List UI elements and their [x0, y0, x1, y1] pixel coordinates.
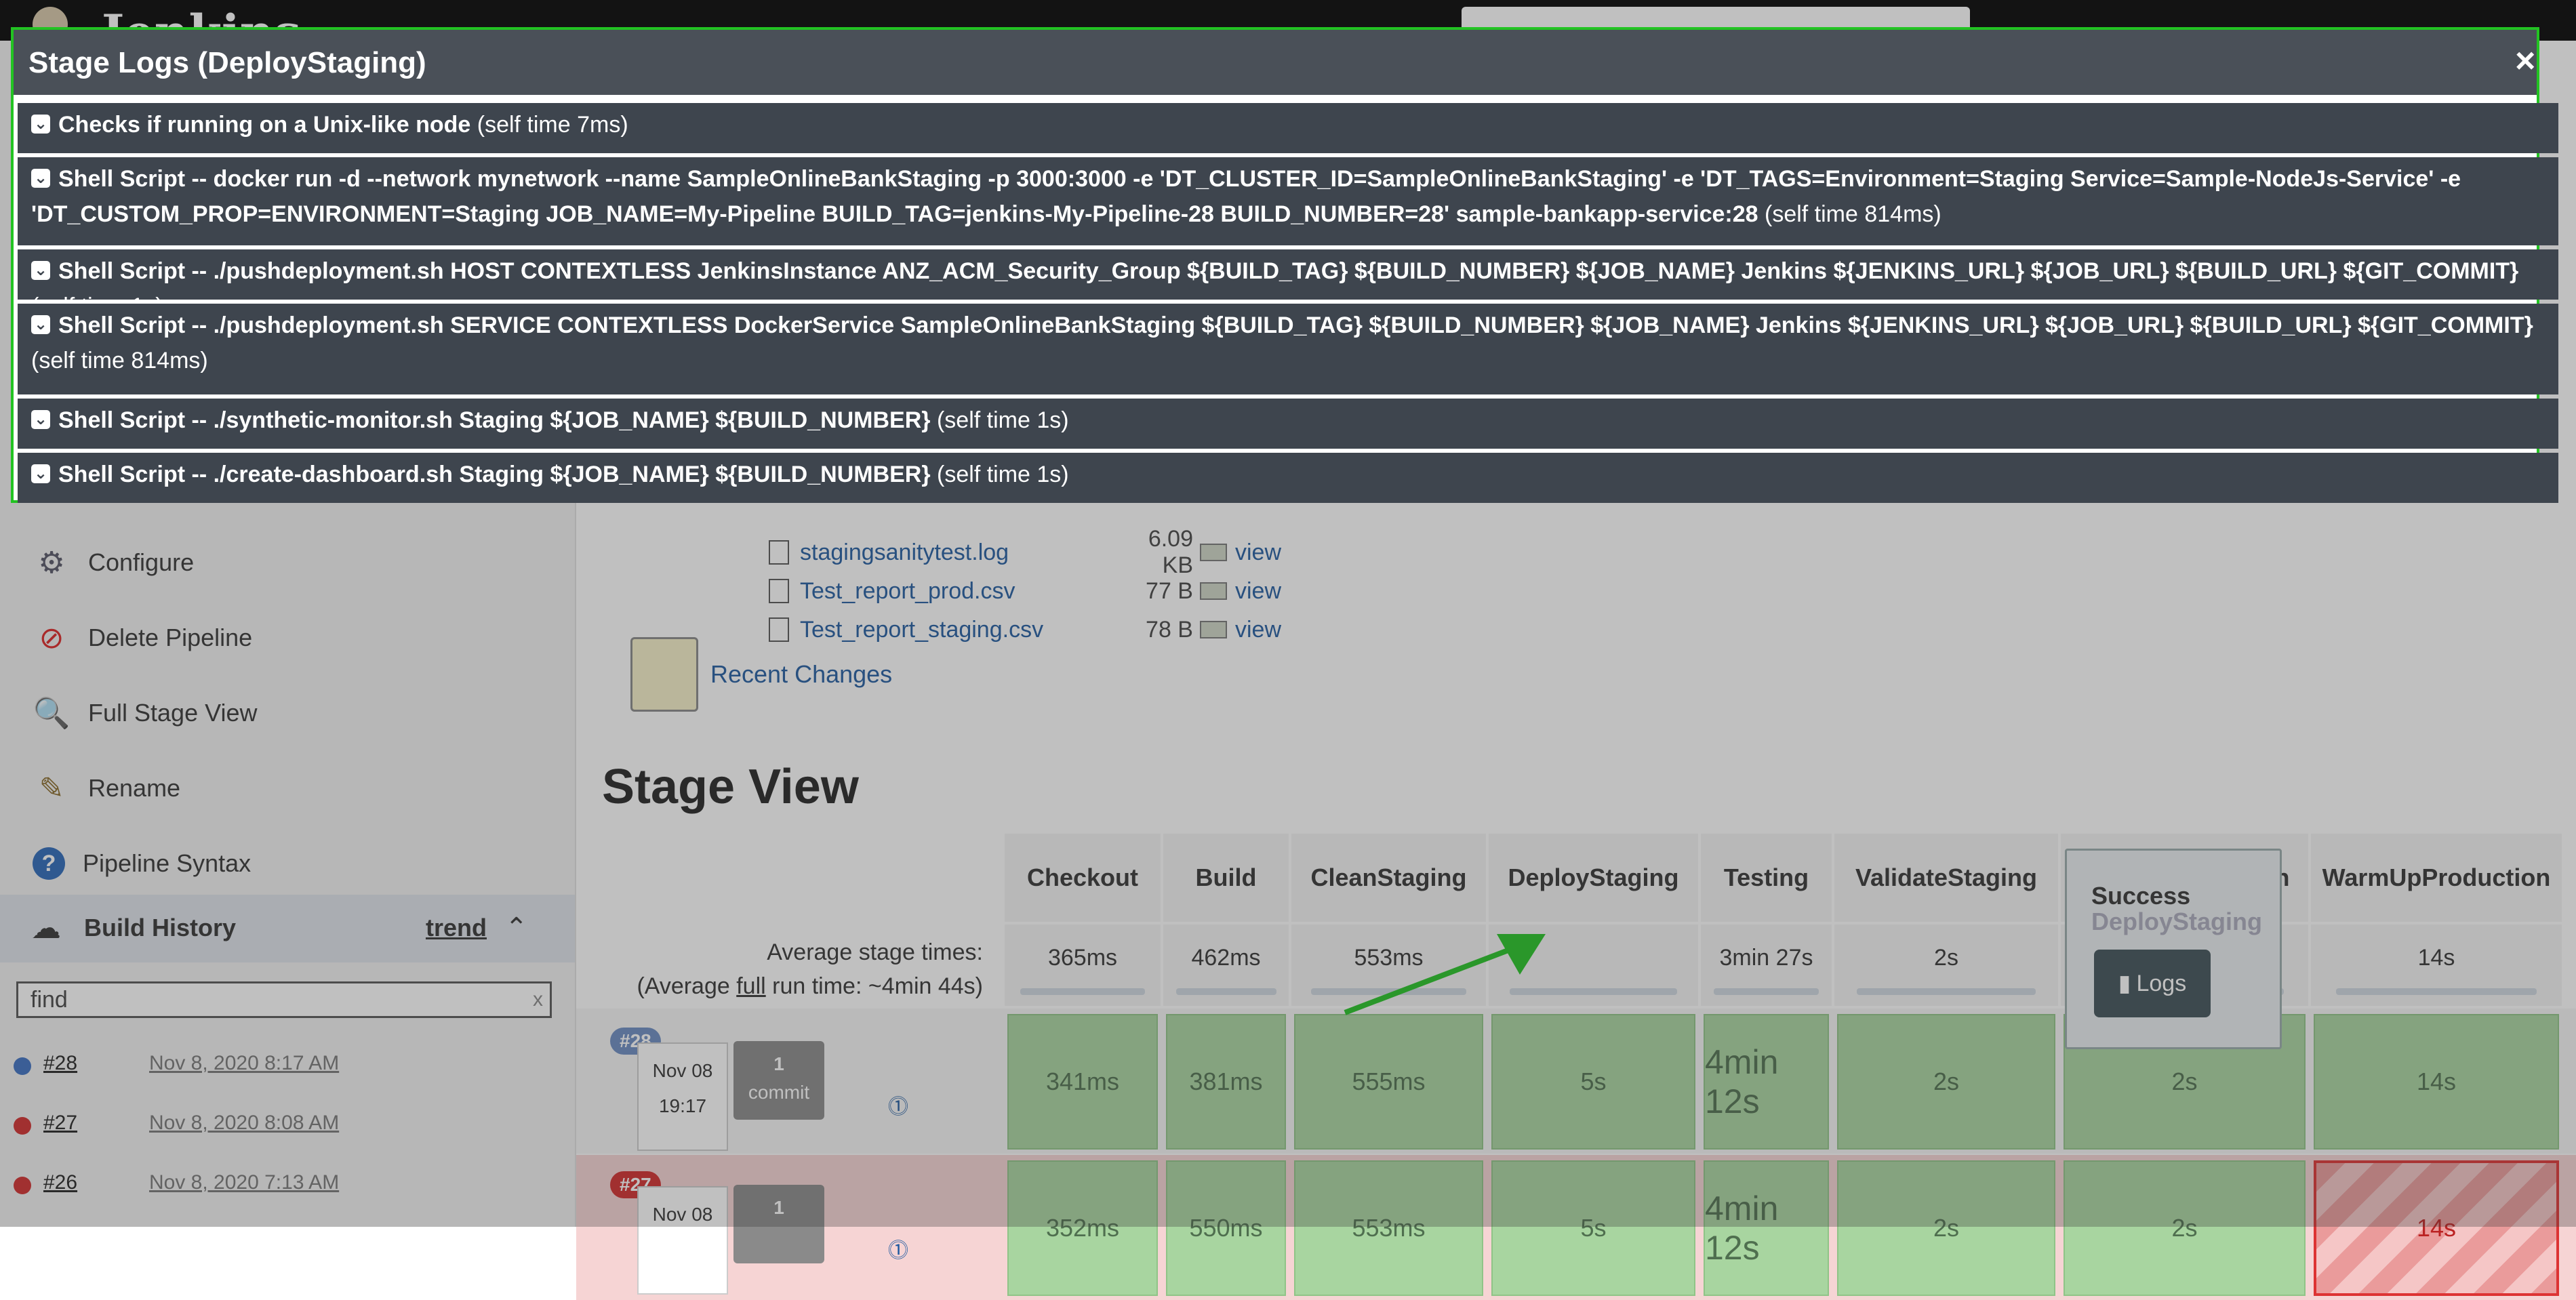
log-step-row[interactable]: ⌄ Shell Script -- docker run -d --network… [18, 157, 2558, 245]
log-step-self-time: (self time 1s) [930, 407, 1069, 433]
log-step-command: Shell Script -- ./create-dashboard.sh St… [58, 462, 931, 487]
run-info-icon[interactable]: ⓵ [888, 1234, 908, 1263]
log-step-command: Shell Script -- ./pushdeployment.sh SERV… [58, 312, 2533, 338]
log-step-row[interactable]: ⌄ Shell Script -- ./create-dashboard.sh S… [18, 453, 2558, 503]
expand-chevron-icon[interactable]: ⌄ [31, 115, 50, 134]
log-step-self-time: (self time 1s) [930, 462, 1069, 487]
log-step-row[interactable]: ⌄ Shell Script -- ./pushdeployment.sh HOS… [18, 249, 2558, 319]
log-step-command: Checks if running on a Unix-like node [58, 112, 471, 138]
log-step-self-time: (self time 7ms) [470, 112, 628, 138]
log-step-self-time: (self time 814ms) [31, 348, 208, 373]
stage-logs-modal: Stage Logs (DeployStaging) ⌄ Checks if ru… [11, 27, 2558, 503]
log-step-self-time: (self time 814ms) [1758, 201, 1941, 227]
log-step-row[interactable]: ⌄ Shell Script -- ./pushdeployment.sh SER… [18, 304, 2558, 394]
close-icon[interactable]: × [2515, 41, 2535, 81]
log-step-row[interactable]: ⌄ Shell Script -- ./synthetic-monitor.sh … [18, 399, 2558, 449]
log-step-command: Shell Script -- ./synthetic-monitor.sh S… [58, 407, 931, 433]
expand-chevron-icon[interactable]: ⌄ [31, 464, 50, 484]
expand-chevron-icon[interactable]: ⌄ [31, 261, 50, 281]
expand-chevron-icon[interactable]: ⌄ [31, 410, 50, 430]
expand-chevron-icon[interactable]: ⌄ [31, 315, 50, 335]
log-step-command: Shell Script -- ./pushdeployment.sh HOST… [58, 258, 2519, 284]
expand-chevron-icon[interactable]: ⌄ [31, 169, 50, 188]
log-step-row[interactable]: ⌄ Checks if running on a Unix-like node (… [18, 103, 2558, 153]
log-step-command: Shell Script -- docker run -d --network … [31, 166, 2461, 227]
modal-header: Stage Logs (DeployStaging) [14, 30, 2537, 95]
modal-title: Stage Logs (DeployStaging) [28, 46, 426, 79]
